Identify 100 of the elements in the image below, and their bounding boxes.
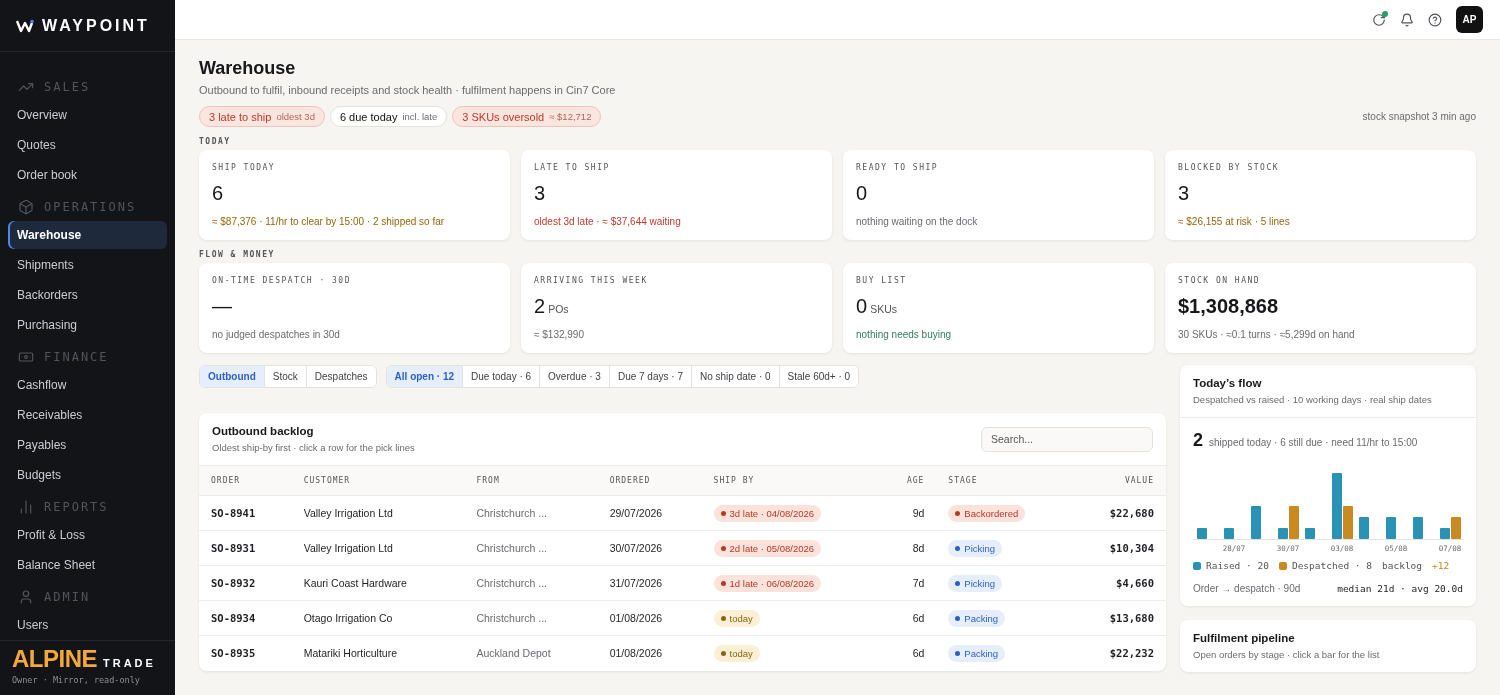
table-cell: Christchurch ... — [464, 530, 598, 566]
raised-bar — [1386, 517, 1396, 539]
filter-tab[interactable]: All open · 12 — [386, 366, 464, 387]
legend-label: Despatched · 8 — [1291, 560, 1372, 571]
raised-bar — [1440, 528, 1450, 539]
nav-item[interactable]: Order book — [8, 161, 167, 189]
table-cell: 6d — [880, 635, 937, 671]
nav-item[interactable]: Balance Sheet — [8, 551, 167, 579]
help-icon[interactable] — [1428, 12, 1442, 27]
ship-by-tag: 1d late · 06/08/2026 — [713, 574, 822, 592]
table-cell: SO-8941 — [199, 495, 292, 531]
table-cell: SO-8932 — [199, 565, 292, 601]
table-cell: Valley Irrigation Ltd — [291, 530, 465, 566]
banknote-icon — [18, 349, 34, 365]
nav-item[interactable]: Shipments — [8, 251, 167, 279]
table-cell: Christchurch ... — [464, 495, 598, 531]
raised-bar — [1413, 517, 1423, 539]
table-cell: 8d — [880, 530, 937, 566]
table-cell: $10,304 — [1073, 530, 1166, 566]
table-cell: Kauri Coast Hardware — [291, 565, 465, 601]
page-title: Warehouse — [199, 58, 297, 79]
nav-item[interactable]: Users — [8, 611, 167, 639]
table-cell: 9d — [880, 495, 937, 531]
ship-by-tag: 2d late · 05/08/2026 — [713, 539, 822, 557]
avatar[interactable]: AP — [1456, 6, 1483, 33]
brand-name: WAYPOINT — [42, 16, 150, 35]
stage-tag: Packing — [948, 644, 1006, 662]
raised-bar — [1305, 528, 1315, 539]
kpi-value: — — [212, 295, 232, 318]
column-header: VALUE — [1073, 465, 1166, 496]
kpi-label: READY TO SHIP — [856, 163, 940, 172]
legend-label: Raised · 20 — [1206, 560, 1269, 571]
table-cell: SO-8934 — [199, 600, 292, 636]
alert-pill[interactable]: 6 due today incl. late — [329, 106, 448, 127]
stage-tag: Picking — [948, 574, 1002, 592]
stage-tag: Backordered — [948, 504, 1026, 522]
raised-bar — [1332, 473, 1342, 539]
nav-section-title: ADMIN — [44, 590, 91, 604]
kpi-note: nothing waiting on the dock — [856, 216, 979, 227]
shipped-count: 2 — [1193, 430, 1203, 451]
sync-icon[interactable] — [1372, 12, 1386, 27]
table-cell: 7d — [880, 565, 937, 601]
bell-icon[interactable] — [1400, 12, 1414, 27]
alert-pill[interactable]: 3 late to ship oldest 3d — [199, 106, 325, 127]
kpi-note: ≈ $132,990 — [534, 329, 585, 340]
raised-bar — [1224, 528, 1234, 539]
nav-item[interactable]: Quotes — [8, 131, 167, 159]
column-header: ORDERED — [597, 465, 702, 496]
card-subtitle: Despatched vs raised · 10 working days · real ship dates — [1193, 394, 1432, 405]
group-title: TODAY — [199, 137, 232, 146]
kpi-value: 6 — [212, 182, 224, 205]
column-header: CUSTOMER — [291, 465, 465, 496]
shipped-note: shipped today · 6 still due · need 11/hr to 15:00 — [1209, 437, 1418, 448]
nav-item[interactable]: Warehouse — [8, 221, 167, 249]
box-icon — [18, 199, 34, 215]
kpi-label: BUY LIST — [856, 276, 908, 285]
nav-item[interactable]: Budgets — [8, 461, 167, 489]
kpi-label: ON-TIME DESPATCH · 30D — [212, 276, 352, 285]
nav-section-title: FINANCE — [44, 350, 109, 364]
card-subtitle: Open orders by stage · click a bar for the list — [1193, 649, 1380, 660]
nav-item[interactable]: Profit & Loss — [8, 521, 167, 549]
kpi-label: SHIP TODAY — [212, 163, 277, 172]
raised-bar — [1251, 506, 1261, 539]
table-cell: Christchurch ... — [464, 565, 598, 601]
nav-item[interactable]: Receivables — [8, 401, 167, 429]
search-field[interactable]: Search... — [981, 426, 1153, 452]
kpi-value: 2 — [534, 295, 546, 318]
table-cell: $13,680 — [1073, 600, 1166, 636]
nav-item[interactable]: Backorders — [8, 281, 167, 309]
column-header: AGE — [880, 465, 937, 496]
nav-section-title: OPERATIONS — [44, 200, 137, 214]
table-cell: Valley Irrigation Ltd — [291, 495, 465, 531]
raised-bar — [1278, 528, 1288, 539]
tenant-name: ALPINE — [12, 645, 97, 673]
tenant-role: Owner · Mirror, read-only — [12, 675, 141, 685]
column-header: ORDER — [199, 465, 292, 496]
backlog-value: +12 — [1432, 560, 1450, 571]
alert-pill[interactable]: 3 SKUs oversold ≈ $12,712 — [452, 106, 602, 127]
table-cell: SO-8931 — [199, 530, 292, 566]
nav-item[interactable]: Purchasing — [8, 311, 167, 339]
column-header: SHIP BY — [701, 465, 881, 496]
kpi-label: ARRIVING THIS WEEK — [534, 276, 649, 285]
table-cell: 01/08/2026 — [597, 635, 702, 671]
user-icon — [18, 589, 34, 605]
despatched-bar — [1289, 506, 1299, 539]
kpi-label: BLOCKED BY STOCK — [1178, 163, 1281, 172]
view-tab[interactable]: Outbound — [200, 366, 265, 387]
nav-section-title: REPORTS — [44, 500, 109, 514]
table-cell: SO-8935 — [199, 635, 292, 671]
kpi-value: 0 — [856, 295, 868, 318]
backlog-label: backlog — [1382, 560, 1423, 571]
raised-bar — [1197, 528, 1207, 539]
kpi-note: no judged despatches in 30d — [212, 329, 341, 340]
card-title: Today’s flow — [1193, 377, 1263, 389]
kpi-label: STOCK ON HAND — [1178, 276, 1262, 285]
nav-item[interactable]: Payables — [8, 431, 167, 459]
nav-item[interactable]: Overview — [8, 101, 167, 129]
column-header: STAGE — [936, 465, 1074, 496]
nav-item[interactable]: Cashflow — [8, 371, 167, 399]
table-cell: $4,660 — [1073, 565, 1166, 601]
